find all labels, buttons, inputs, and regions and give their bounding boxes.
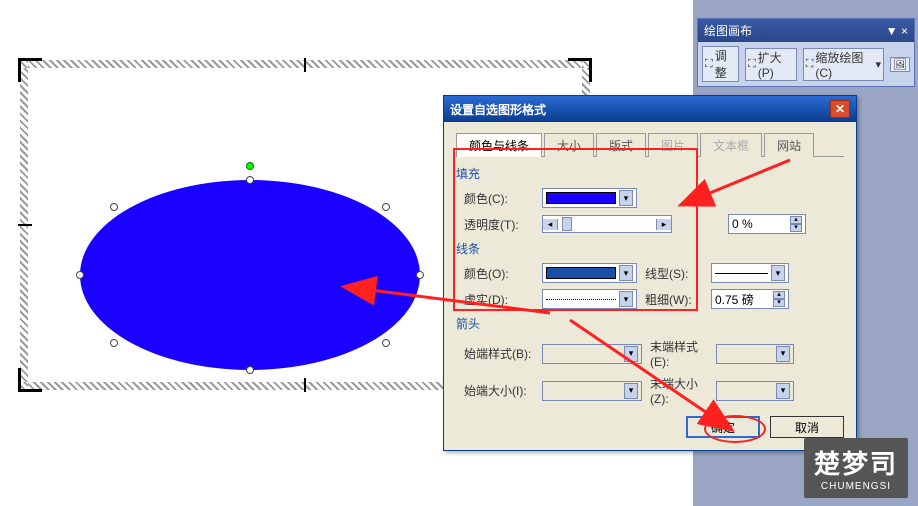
end-style-combo: ▾ <box>716 344 794 364</box>
format-autoshape-dialog: 设置自选图形格式 ✕ 颜色与线条 大小 版式 图片 文本框 网站 填充 颜色(C… <box>443 95 857 451</box>
resize-handle-n[interactable] <box>246 176 254 184</box>
fill-color-swatch <box>546 192 616 204</box>
close-button[interactable]: ✕ <box>830 100 850 118</box>
weight-label: 粗细(W): <box>645 291 703 308</box>
begin-size-combo: ▾ <box>542 381 642 401</box>
crop-corner-bl[interactable] <box>18 368 42 392</box>
fill-section-label: 填充 <box>456 165 844 182</box>
tab-bar: 颜色与线条 大小 版式 图片 文本框 网站 <box>456 132 844 157</box>
resize-handle-ne[interactable] <box>382 203 390 211</box>
crop-side-left[interactable] <box>18 224 32 226</box>
line-color-swatch <box>546 267 616 279</box>
dialog-title: 设置自选图形格式 <box>450 101 546 118</box>
dash-label: 虚实(D): <box>464 291 534 308</box>
toolbar-title: 绘图画布 <box>704 22 752 39</box>
resize-handle-e[interactable] <box>416 271 424 279</box>
fill-color-picker[interactable]: ▾ <box>542 188 637 208</box>
tab-textbox: 文本框 <box>700 133 762 157</box>
transparency-label: 透明度(T): <box>464 216 534 233</box>
end-style-label: 末端样式(E): <box>650 338 708 369</box>
chevron-down-icon: ▾ <box>619 190 633 206</box>
fill-color-label: 颜色(C): <box>464 190 534 207</box>
transparency-value[interactable]: 0 %▴▾ <box>728 214 806 234</box>
adjust-button[interactable]: ⛶调整 <box>702 46 739 82</box>
chevron-down-icon: ▾ <box>619 291 633 307</box>
chevron-down-icon: ▾ <box>771 265 785 281</box>
line-color-picker[interactable]: ▾ <box>542 263 637 283</box>
wrap-button[interactable]: 🖼 <box>890 57 910 72</box>
begin-style-combo: ▾ <box>542 344 642 364</box>
resize-handle-sw[interactable] <box>110 339 118 347</box>
dash-style-picker[interactable]: ▾ <box>542 289 637 309</box>
rotate-handle[interactable] <box>246 162 254 170</box>
tab-web[interactable]: 网站 <box>764 133 814 157</box>
drawing-canvas-toolbar[interactable]: 绘图画布 ▼ × ⛶调整 ⛶扩大(P) ⛶缩放绘图(C)▾ 🖼 <box>697 18 915 87</box>
expand-button[interactable]: ⛶扩大(P) <box>745 48 797 81</box>
resize-handle-s[interactable] <box>246 366 254 374</box>
resize-handle-nw[interactable] <box>110 203 118 211</box>
scale-button[interactable]: ⛶缩放绘图(C)▾ <box>803 48 884 81</box>
end-size-combo: ▾ <box>716 381 794 401</box>
begin-style-label: 始端样式(B): <box>464 345 534 362</box>
line-color-label: 颜色(O): <box>464 265 534 282</box>
crop-side-bottom[interactable] <box>304 378 306 392</box>
weight-spinner[interactable]: 0.75 磅▴▾ <box>711 289 789 309</box>
tab-picture: 图片 <box>648 133 698 157</box>
transparency-slider[interactable]: ◂▸ <box>542 215 672 233</box>
cancel-button[interactable]: 取消 <box>770 416 844 438</box>
tab-colors-lines[interactable]: 颜色与线条 <box>456 133 542 157</box>
resize-handle-w[interactable] <box>76 271 84 279</box>
dialog-titlebar[interactable]: 设置自选图形格式 ✕ <box>444 96 856 122</box>
tab-layout[interactable]: 版式 <box>596 133 646 157</box>
end-size-label: 末端大小(Z): <box>650 375 708 406</box>
watermark: 楚梦司 CHUMENGSI <box>804 438 908 498</box>
crop-corner-tl[interactable] <box>18 58 42 82</box>
line-style-picker[interactable]: ▾ <box>711 263 789 283</box>
crop-corner-tr[interactable] <box>568 58 592 82</box>
begin-size-label: 始端大小(I): <box>464 382 534 399</box>
ok-button[interactable]: 确定 <box>686 416 760 438</box>
arrow-section-label: 箭头 <box>456 315 844 332</box>
line-section-label: 线条 <box>456 240 844 257</box>
line-style-label: 线型(S): <box>645 265 703 282</box>
tab-size[interactable]: 大小 <box>544 133 594 157</box>
toolbar-titlebar[interactable]: 绘图画布 ▼ × <box>698 19 914 42</box>
crop-side-top[interactable] <box>304 58 306 72</box>
resize-handle-se[interactable] <box>382 339 390 347</box>
chevron-down-icon: ▾ <box>619 265 633 281</box>
ellipse-shape[interactable] <box>80 180 420 370</box>
toolbar-menu-icon[interactable]: ▼ × <box>886 24 908 38</box>
